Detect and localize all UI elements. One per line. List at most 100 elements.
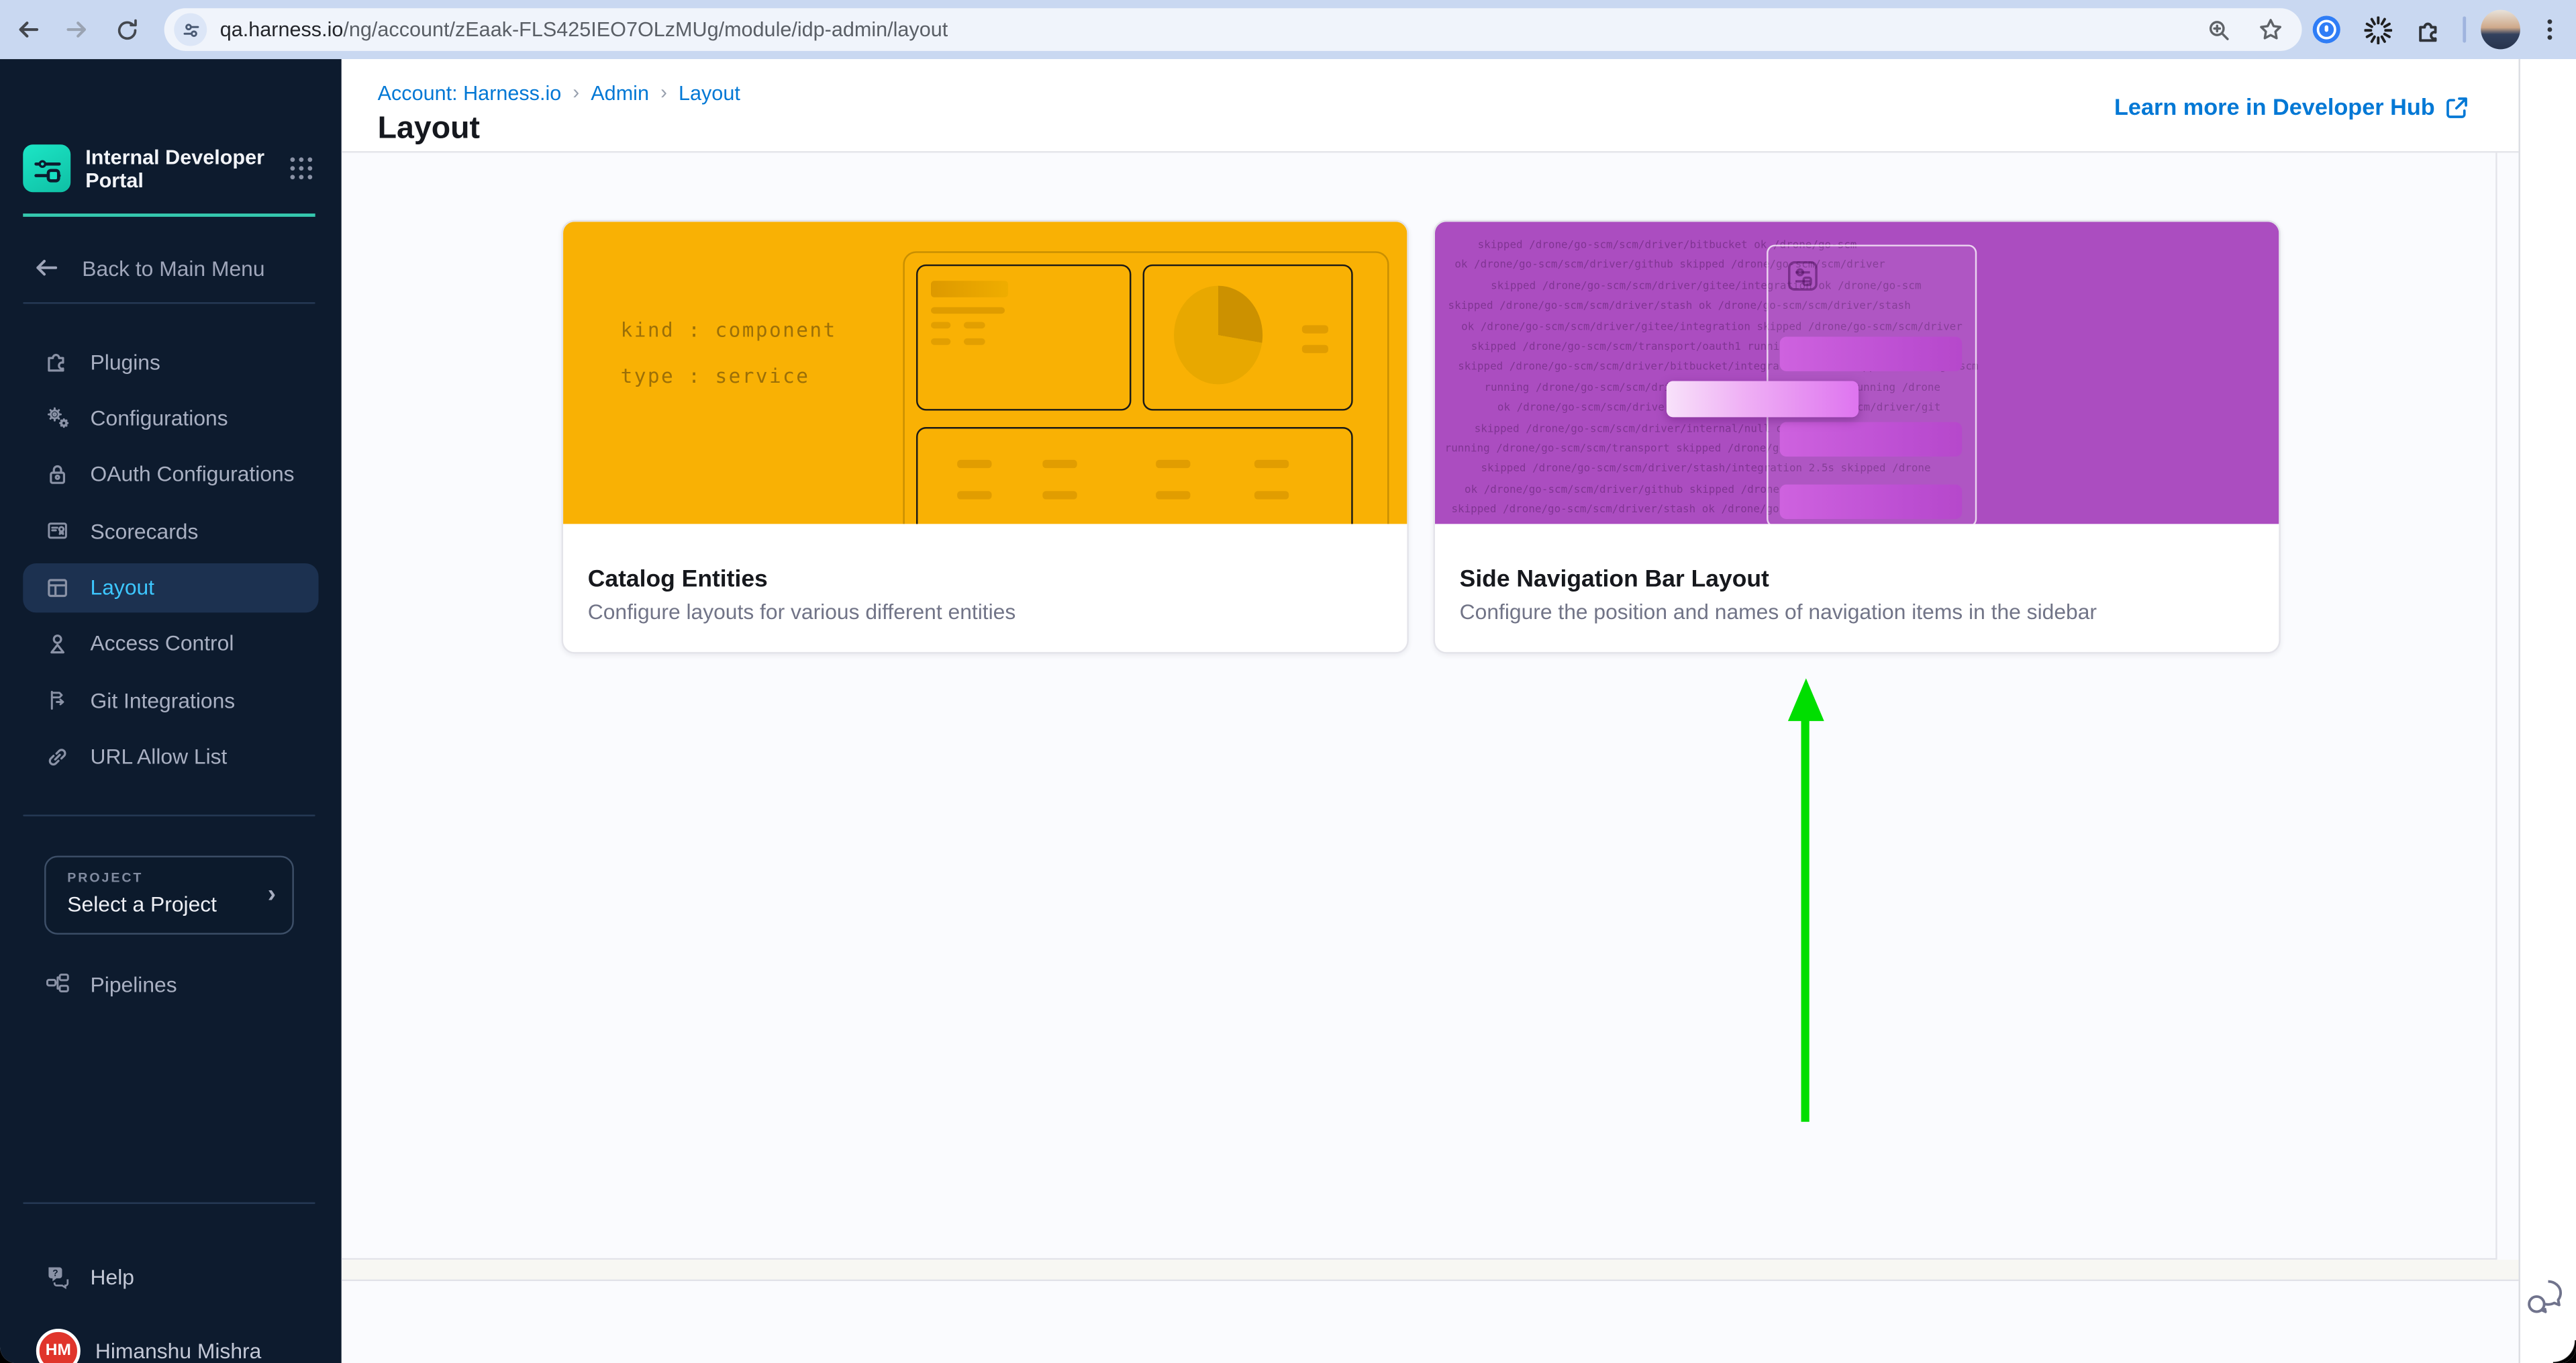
site-info-icon[interactable] [174, 13, 207, 46]
code-line: type : service [621, 365, 810, 387]
sidebar-item-label: Plugins [91, 349, 160, 374]
sidebar-divider [23, 1203, 315, 1204]
reload-icon [114, 17, 139, 42]
card-description: Configure layouts for various different … [588, 600, 1016, 624]
learn-more-link[interactable]: Learn more in Developer Hub [2114, 93, 2469, 120]
back-to-main-menu[interactable]: Back to Main Menu [33, 248, 315, 287]
browser-forward-button[interactable] [58, 10, 97, 50]
help-label: Help [91, 1264, 134, 1288]
pie-chart-shape [1174, 286, 1262, 385]
chevron-right-icon: › [573, 81, 579, 103]
puzzle-icon [44, 348, 70, 375]
browser-toolbar: qa.harness.io/ng/account/zEaak-FLS425IEO… [0, 0, 2576, 59]
sidebar-item-label: Scorecards [91, 518, 199, 543]
mock-panel-table [916, 427, 1353, 524]
sidebar-item-oauth-configurations[interactable]: OAuth Configurations [23, 450, 318, 499]
mock-nav-pill [1780, 422, 1963, 457]
browser-back-button[interactable] [8, 10, 48, 50]
project-value: Select a Project [67, 892, 217, 916]
code-line: kind : component [621, 319, 837, 342]
project-label: PROJECT [67, 870, 143, 885]
sidebar-item-scorecards[interactable]: Scorecards [23, 506, 318, 555]
annotation-arrow-head [1788, 678, 1824, 721]
chat-bubbles-icon [2524, 1278, 2567, 1317]
sidebar-item-url-allow-list[interactable]: URL Allow List [23, 732, 318, 781]
teal-divider [23, 214, 315, 217]
browser-window: qa.harness.io/ng/account/zEaak-FLS425IEO… [0, 0, 2576, 1363]
url-text: qa.harness.io/ng/account/zEaak-FLS425IEO… [220, 18, 948, 41]
extensions-puzzle-icon[interactable] [2410, 11, 2446, 48]
sidebar-item-configurations[interactable]: Configurations [23, 393, 318, 442]
right-margin [2518, 59, 2576, 1363]
scrollbar-track[interactable] [2497, 152, 2519, 1279]
window-corner [2553, 1340, 2576, 1363]
sidebar-item-label: OAuth Configurations [91, 462, 295, 487]
project-selector[interactable]: PROJECT Select a Project › [44, 855, 294, 934]
layout-icon [44, 574, 70, 600]
url-domain: qa.harness.io [220, 18, 344, 41]
chevron-right-icon: › [268, 880, 276, 908]
product-title: Internal Developer Portal [85, 145, 274, 191]
sidebar: Internal Developer Portal Back to Main M… [0, 59, 342, 1363]
sidebar-item-label: Pipelines [91, 972, 177, 996]
url-bar[interactable]: qa.harness.io/ng/account/zEaak-FLS425IEO… [164, 8, 2302, 51]
sidebar-item-git-integrations[interactable]: Git Integrations [23, 675, 318, 724]
sidebar-item-label: Git Integrations [91, 688, 236, 713]
learn-more-label: Learn more in Developer Hub [2114, 93, 2435, 120]
user-name: Himanshu Mishra [95, 1337, 261, 1362]
sidebar-item-access-control[interactable]: Access Control [23, 619, 318, 668]
page-header: Account: Harness.io › Admin › Layout Lay… [342, 59, 2519, 152]
mock-dragged-pill [1667, 381, 1859, 418]
lock-icon [44, 461, 70, 487]
page-footer-strip [342, 1260, 2519, 1281]
breadcrumb-layout[interactable]: Layout [679, 82, 740, 105]
sidebar-item-help[interactable]: ? Help [23, 1252, 318, 1301]
card-title: Catalog Entities [588, 567, 768, 593]
sidebar-item-layout[interactable]: Layout [23, 563, 318, 612]
onepassword-extension-icon[interactable] [2308, 11, 2344, 48]
sidebar-item-label: Access Control [91, 631, 234, 656]
chat-widget-button[interactable] [2524, 1278, 2567, 1317]
catalog-entities-card[interactable]: kind : component type : service [562, 220, 1409, 654]
browser-menu-kebab-icon[interactable] [2532, 11, 2568, 48]
sidebar-nav: Plugins Configurations OAuth Configurati… [23, 336, 318, 788]
user-avatar: HM [36, 1328, 81, 1363]
sidebar-divider [23, 814, 315, 816]
breadcrumb-account[interactable]: Account: Harness.io [378, 82, 562, 105]
annotation-arrow-stem [1801, 718, 1809, 1122]
spinner-extension-icon[interactable] [2359, 11, 2395, 48]
user-menu[interactable]: HM Himanshu Mishra [23, 1325, 318, 1363]
toolbar-divider [2463, 16, 2466, 42]
zoom-page-icon[interactable] [2200, 11, 2236, 48]
scorecard-icon [44, 518, 70, 544]
bookmark-star-icon[interactable] [2252, 11, 2289, 48]
svg-text:?: ? [52, 1268, 58, 1278]
breadcrumb: Account: Harness.io › Admin › Layout [378, 82, 740, 105]
url-path: /ng/account/zEaak-FLS425IEO7OLzMUg/modul… [343, 18, 948, 41]
sidebar-item-pipelines[interactable]: Pipelines [23, 959, 318, 1008]
mock-nav-pill [1780, 485, 1963, 519]
sidebar-item-plugins[interactable]: Plugins [23, 336, 318, 385]
catalog-entities-illustration: kind : component type : service [563, 222, 1407, 524]
side-nav-layout-card[interactable]: skipped /drone/go-scm/scm/driver/bitbuck… [1434, 220, 2281, 654]
breadcrumb-admin[interactable]: Admin [591, 82, 649, 105]
signpost-icon [44, 687, 70, 713]
browser-profile-avatar[interactable] [2481, 10, 2520, 50]
card-title: Side Navigation Bar Layout [1460, 567, 1769, 593]
mock-logo-icon [1785, 258, 1821, 294]
chevron-right-icon: › [660, 81, 667, 103]
mock-panel-text [916, 265, 1131, 411]
module-grid-icon[interactable] [283, 150, 319, 187]
sidebar-item-label: Configurations [91, 406, 228, 430]
mock-panel-pie [1143, 265, 1353, 411]
help-chat-icon: ? [44, 1263, 70, 1289]
back-arrow-icon [15, 16, 41, 42]
forward-arrow-icon [64, 16, 90, 42]
sidebar-item-label: URL Allow List [91, 745, 228, 769]
card-description: Configure the position and names of navi… [1460, 600, 2097, 624]
back-to-main-menu-label: Back to Main Menu [82, 255, 264, 280]
mock-nav-pill [1780, 336, 1963, 371]
sidebar-divider [23, 302, 315, 303]
browser-reload-button[interactable] [107, 10, 146, 50]
side-nav-illustration: skipped /drone/go-scm/scm/driver/bitbuck… [1435, 222, 2279, 524]
